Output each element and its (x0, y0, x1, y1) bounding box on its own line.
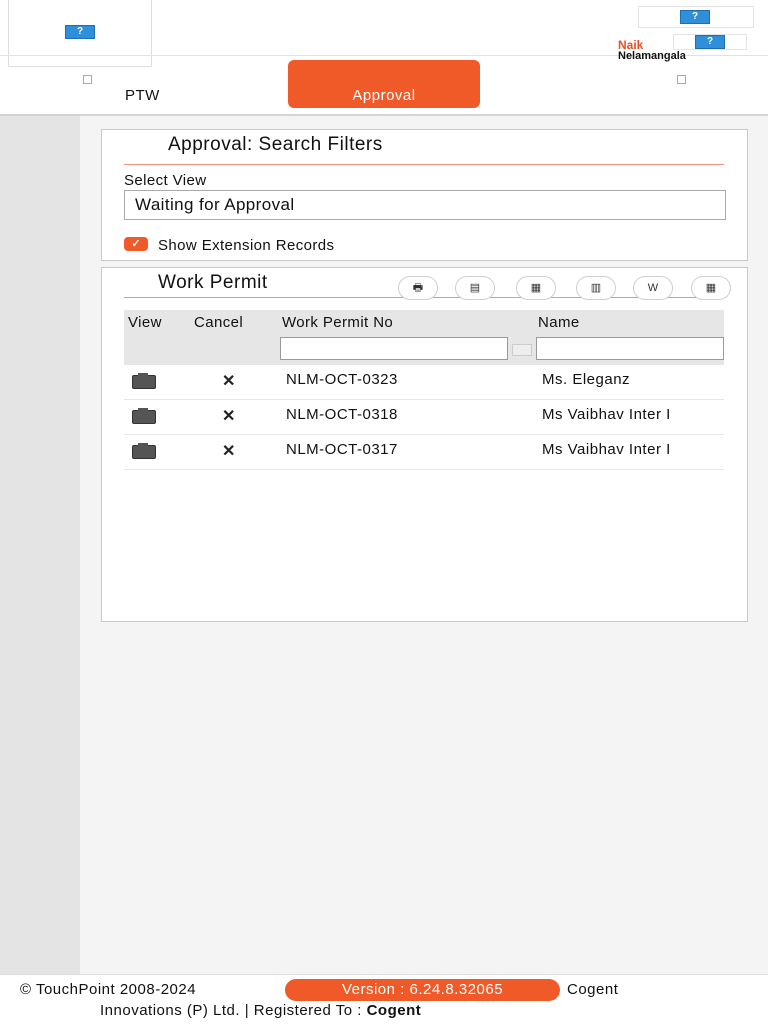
logo-area: ? (8, 0, 152, 67)
view-icon[interactable] (132, 373, 156, 389)
column-header-name[interactable]: Name (538, 314, 580, 331)
view-icon[interactable] (132, 443, 156, 459)
show-extension-label: Show Extension Records (158, 237, 335, 254)
panel-title: Approval: Search Filters (168, 134, 383, 155)
column-header-view[interactable]: View (128, 314, 162, 331)
title-underline (124, 164, 724, 165)
permit-no-filter-input[interactable] (280, 337, 508, 360)
permit-no-cell: NLM-OCT-0323 (286, 371, 398, 388)
column-header-cancel[interactable]: Cancel (194, 314, 243, 331)
tab-icon-placeholder (677, 75, 686, 84)
view-icon[interactable] (132, 408, 156, 424)
help-icon[interactable]: ? (695, 35, 725, 49)
cancel-icon[interactable]: ✕ (222, 371, 235, 391)
user-location: Nelamangala (618, 50, 686, 62)
panel-title: Work Permit (158, 272, 268, 293)
show-extension-checkbox[interactable]: ✓ (124, 237, 148, 251)
calendar-icon[interactable]: ▦ (691, 276, 731, 300)
tab-ptw-label: PTW (125, 87, 160, 104)
select-view-dropdown[interactable]: Waiting for Approval (124, 190, 726, 220)
name-cell: Ms. Eleganz (542, 371, 631, 388)
cancel-icon[interactable]: ✕ (222, 441, 235, 461)
pdf-icon[interactable]: ▤ (455, 276, 495, 300)
app-header: ? ? Naik ? Nelamangala PTW Approval (0, 0, 768, 116)
table-row: ✕ NLM-OCT-0318 Ms Vaibhav Inter I (124, 400, 724, 435)
column-header-permit-no[interactable]: Work Permit No (282, 314, 393, 331)
work-permit-panel: Work Permit 🖶 ▤ ▦ ▥ W ▦ View Cancel Work… (101, 267, 748, 622)
version-badge: Version : 6.24.8.32065 (285, 979, 560, 1001)
search-filters-panel: Approval: Search Filters Select View Wai… (101, 129, 748, 261)
permit-no-cell: NLM-OCT-0318 (286, 406, 398, 423)
company-registration-text: Innovations (P) Ltd. | Registered To : (100, 1002, 362, 1019)
cancel-icon[interactable]: ✕ (222, 406, 235, 426)
app-footer: © TouchPoint 2008-2024 Version : 6.24.8.… (0, 974, 768, 1025)
select-view-label: Select View (124, 172, 207, 189)
table-row: ✕ NLM-OCT-0317 Ms Vaibhav Inter I (124, 435, 724, 470)
copyright-text: © TouchPoint 2008-2024 (20, 981, 197, 998)
footer-company-line: Innovations (P) Ltd. | Registered To : C… (100, 1002, 421, 1019)
name-cell: Ms Vaibhav Inter I (542, 441, 671, 458)
tab-approval-label: Approval (352, 87, 416, 104)
table-row: ✕ NLM-OCT-0323 Ms. Eleganz (124, 365, 724, 400)
tab-approval[interactable]: Approval (288, 60, 480, 108)
csv-icon[interactable]: ▦ (516, 276, 556, 300)
help-box-user: ? (673, 34, 747, 50)
filter-icon[interactable] (512, 344, 532, 356)
company-name: Cogent (567, 981, 619, 998)
registered-to: Cogent (366, 1002, 422, 1019)
name-filter-input[interactable] (536, 337, 724, 360)
tab-icon-placeholder (83, 75, 92, 84)
help-box-top: ? (638, 6, 754, 28)
tab-ptw[interactable]: PTW (83, 64, 210, 110)
permit-no-cell: NLM-OCT-0317 (286, 441, 398, 458)
help-icon[interactable]: ? (65, 25, 95, 39)
clipboard-icon[interactable]: ▥ (576, 276, 616, 300)
help-icon[interactable]: ? (680, 10, 710, 24)
left-sidebar (0, 116, 80, 974)
grid-header: View Cancel Work Permit No Name (124, 310, 724, 365)
print-icon[interactable]: 🖶 (398, 276, 438, 300)
word-icon[interactable]: W (633, 276, 673, 300)
name-cell: Ms Vaibhav Inter I (542, 406, 671, 423)
